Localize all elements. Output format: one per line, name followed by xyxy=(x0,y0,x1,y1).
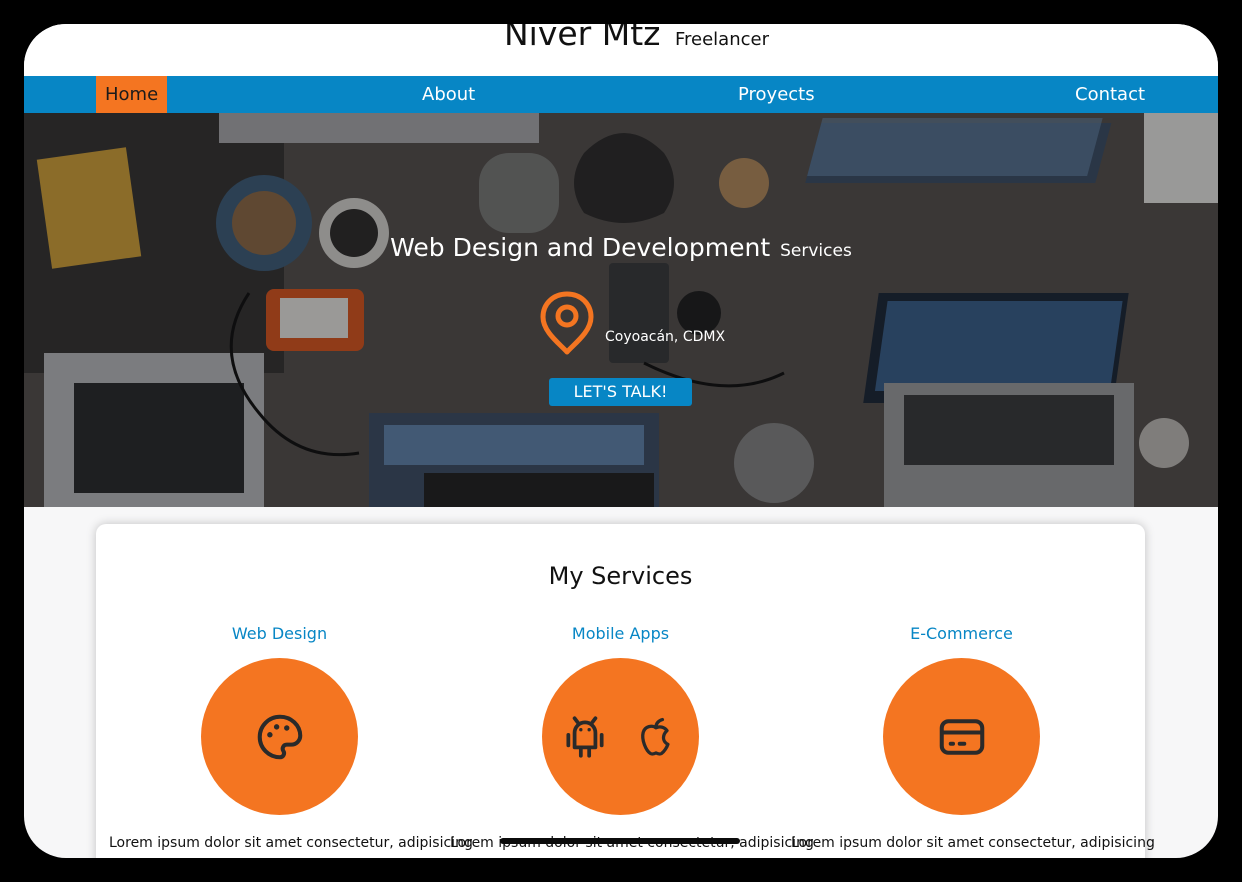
service-icon-circle xyxy=(883,658,1040,815)
map-pin-icon xyxy=(540,291,594,355)
service-description: Lorem ipsum dolor sit amet consectetur, … xyxy=(791,835,1155,851)
lets-talk-button[interactable]: LET'S TALK! xyxy=(549,378,692,406)
apple-icon xyxy=(641,717,670,756)
location-text: Coyoacán, CDMX xyxy=(605,329,726,345)
nav-item-home[interactable]: Home xyxy=(96,76,168,113)
hero-overlay xyxy=(24,113,1218,507)
brand-role: Freelancer xyxy=(674,29,769,50)
android-icon xyxy=(566,716,604,758)
device-screen: Niver Mtz Freelancer Home About Proyects… xyxy=(24,24,1218,858)
hero-section: Web Design and Development Services Coyo… xyxy=(24,113,1218,507)
services-card: My Services Web Design Lorem ipsum dolor… xyxy=(96,524,1155,858)
palette-icon xyxy=(257,714,303,760)
hero-title: Web Design and Development Services xyxy=(24,233,1218,262)
service-title[interactable]: Web Design xyxy=(109,624,450,643)
nav-item-about[interactable]: About xyxy=(422,76,475,113)
service-icon-circle xyxy=(201,658,358,815)
home-indicator[interactable] xyxy=(500,838,740,844)
hero-title-main: Web Design and Development xyxy=(390,233,771,262)
service-web-design: Web Design Lorem ipsum dolor sit amet co… xyxy=(109,624,473,851)
services-heading: My Services xyxy=(548,562,693,590)
service-title[interactable]: E-Commerce xyxy=(791,624,1132,643)
nav-item-contact[interactable]: Contact xyxy=(1075,76,1145,113)
service-description: Lorem ipsum dolor sit amet consectetur, … xyxy=(109,835,473,851)
service-mobile-apps: Mobile Apps Lorem ipsum dolor sit amet c… xyxy=(450,624,814,851)
brand-name: Niver Mtz xyxy=(504,24,661,53)
service-title[interactable]: Mobile Apps xyxy=(450,624,791,643)
brand-header: Niver Mtz Freelancer xyxy=(24,24,1218,76)
hero-title-suffix: Services xyxy=(780,241,852,261)
credit-card-icon xyxy=(939,719,985,755)
service-e-commerce: E-Commerce Lorem ipsum dolor sit amet co… xyxy=(791,624,1155,851)
main-nav: Home About Proyects Contact xyxy=(24,76,1218,113)
service-icon-circle xyxy=(542,658,699,815)
brand-logo[interactable]: Niver Mtz Freelancer xyxy=(504,24,769,53)
nav-item-proyects[interactable]: Proyects xyxy=(738,76,815,113)
